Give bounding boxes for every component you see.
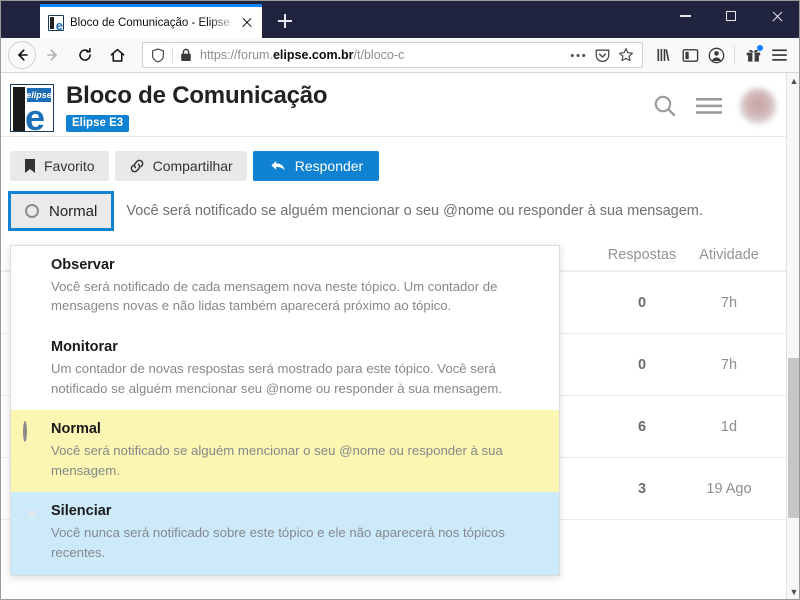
reply-button[interactable]: Responder	[253, 151, 380, 181]
minimize-button[interactable]	[662, 0, 708, 32]
activity-column-header[interactable]: Atividade	[688, 247, 770, 263]
library-button[interactable]	[651, 41, 677, 69]
header-icon-group	[652, 88, 776, 128]
activity-cell: 7h	[688, 295, 770, 311]
page-viewport: elipse e Bloco de Comunicação Elipse E3	[0, 73, 800, 600]
replies-cell: 6	[596, 419, 688, 435]
window-controls	[662, 0, 800, 38]
site-hamburger-menu-icon[interactable]	[696, 96, 722, 116]
hollow-circle-icon	[23, 420, 41, 480]
dropdown-option-normal[interactable]: Normal Você será notificado se alguém me…	[11, 410, 559, 492]
notification-level-label: Normal	[49, 203, 97, 220]
close-icon	[771, 10, 784, 23]
dropdown-option-label: Silenciar	[51, 502, 545, 522]
replies-cell: 3	[596, 481, 688, 497]
pocket-icon[interactable]	[590, 48, 614, 63]
browser-window: Bloco de Comunicação - Elipse	[0, 0, 800, 600]
dropdown-option-monitorar[interactable]: Monitorar Um contador de novas respostas…	[11, 328, 559, 410]
header-text-block: Bloco de Comunicação Elipse E3	[66, 83, 652, 132]
dropdown-option-label: Normal	[51, 420, 545, 440]
maximize-button[interactable]	[708, 0, 754, 32]
dropdown-option-description: Você nunca será notificado sobre este tó…	[51, 523, 545, 563]
scroll-up-arrow-icon[interactable]: ▲	[787, 73, 800, 89]
dropdown-option-label: Monitorar	[51, 338, 545, 358]
reload-button[interactable]	[70, 40, 100, 70]
search-icon[interactable]	[652, 93, 678, 119]
link-icon	[129, 158, 145, 174]
filled-circle-icon	[23, 338, 41, 398]
x-circle-icon	[23, 502, 41, 562]
share-button-label: Compartilhar	[153, 158, 233, 174]
sidebar-icon	[682, 48, 699, 63]
close-window-button[interactable]	[754, 0, 800, 32]
back-icon	[14, 47, 30, 63]
tracking-protection-shield-icon[interactable]	[147, 48, 169, 63]
url-divider	[172, 47, 173, 63]
favorite-button-label: Favorito	[44, 158, 95, 174]
category-badge[interactable]: Elipse E3	[66, 115, 129, 132]
toolbar-separator	[734, 45, 735, 65]
activity-cell: 7h	[688, 357, 770, 373]
activity-cell: 19 Ago	[688, 481, 770, 497]
browser-titlebar: Bloco de Comunicação - Elipse	[0, 0, 800, 38]
replies-cell: 0	[596, 357, 688, 373]
topic-actions: Favorito Compartilhar Responder	[0, 137, 800, 193]
page-scrollbar[interactable]: ▲ ▼	[786, 73, 800, 600]
exclamation-circle-icon	[23, 256, 41, 316]
share-button[interactable]: Compartilhar	[115, 151, 247, 181]
gift-notification-dot	[757, 45, 763, 51]
dropdown-option-silenciar[interactable]: Silenciar Você nunca será notificado sob…	[11, 492, 559, 574]
reply-button-label: Responder	[295, 158, 364, 174]
sidebar-button[interactable]	[677, 41, 703, 69]
new-tab-button[interactable]	[270, 6, 300, 36]
dropdown-option-description: Você será notificado se alguém mencionar…	[51, 441, 545, 481]
logo-letter: e	[25, 97, 45, 132]
activity-cell: 1d	[688, 419, 770, 435]
notification-level-dropdown: Observar Você será notificado de cada me…	[10, 245, 560, 576]
dropdown-option-observar[interactable]: Observar Você será notificado de cada me…	[11, 246, 559, 328]
dropdown-option-description: Você será notificado de cada mensagem no…	[51, 277, 545, 317]
lock-icon[interactable]	[176, 48, 196, 62]
forward-icon	[45, 47, 61, 63]
favorite-button[interactable]: Favorito	[10, 151, 109, 181]
account-button[interactable]	[703, 41, 729, 69]
notification-level-description: Você será notificado se alguém mencionar…	[126, 203, 703, 219]
favicon-icon	[48, 15, 64, 31]
replies-cell: 0	[596, 295, 688, 311]
notification-level-button[interactable]: Normal	[10, 193, 112, 229]
page-actions-icon[interactable]	[566, 53, 590, 58]
hollow-circle-icon	[25, 204, 39, 218]
page-title: Bloco de Comunicação	[66, 83, 652, 110]
replies-column-header[interactable]: Respostas	[596, 247, 688, 263]
url-text[interactable]: https://forum.elipse.com.br/t/bloco-c	[196, 48, 566, 62]
hamburger-menu-icon	[771, 48, 788, 62]
scrollbar-thumb[interactable]	[788, 358, 800, 518]
dropdown-option-description: Um contador de novas respostas será most…	[51, 359, 545, 399]
reply-arrow-icon	[269, 158, 287, 174]
browser-tab[interactable]: Bloco de Comunicação - Elipse	[40, 4, 262, 38]
bookmark-star-icon[interactable]	[614, 47, 638, 63]
library-icon	[656, 47, 673, 63]
tab-close-icon[interactable]	[238, 14, 256, 32]
gift-button[interactable]	[740, 41, 766, 69]
app-menu-button[interactable]	[766, 41, 792, 69]
reload-icon	[77, 47, 93, 63]
maximize-icon	[726, 11, 736, 21]
dropdown-option-label: Observar	[51, 256, 545, 276]
site-header: elipse e Bloco de Comunicação Elipse E3	[0, 73, 800, 137]
tab-title: Bloco de Comunicação - Elipse	[70, 17, 238, 29]
forward-button[interactable]	[38, 40, 68, 70]
scroll-down-arrow-icon[interactable]: ▼	[787, 584, 800, 600]
back-button[interactable]	[8, 41, 36, 69]
elipse-logo-icon: elipse e	[10, 84, 54, 132]
avatar[interactable]	[740, 88, 776, 124]
home-button[interactable]	[102, 40, 132, 70]
home-icon	[109, 47, 126, 64]
notification-level-row: Normal Você será notificado se alguém me…	[0, 193, 800, 229]
url-bar[interactable]: https://forum.elipse.com.br/t/bloco-c	[142, 42, 643, 68]
account-icon	[708, 47, 725, 64]
bookmark-icon	[24, 158, 36, 174]
minimize-icon	[680, 15, 691, 16]
browser-navigation-bar: https://forum.elipse.com.br/t/bloco-c	[0, 38, 800, 73]
